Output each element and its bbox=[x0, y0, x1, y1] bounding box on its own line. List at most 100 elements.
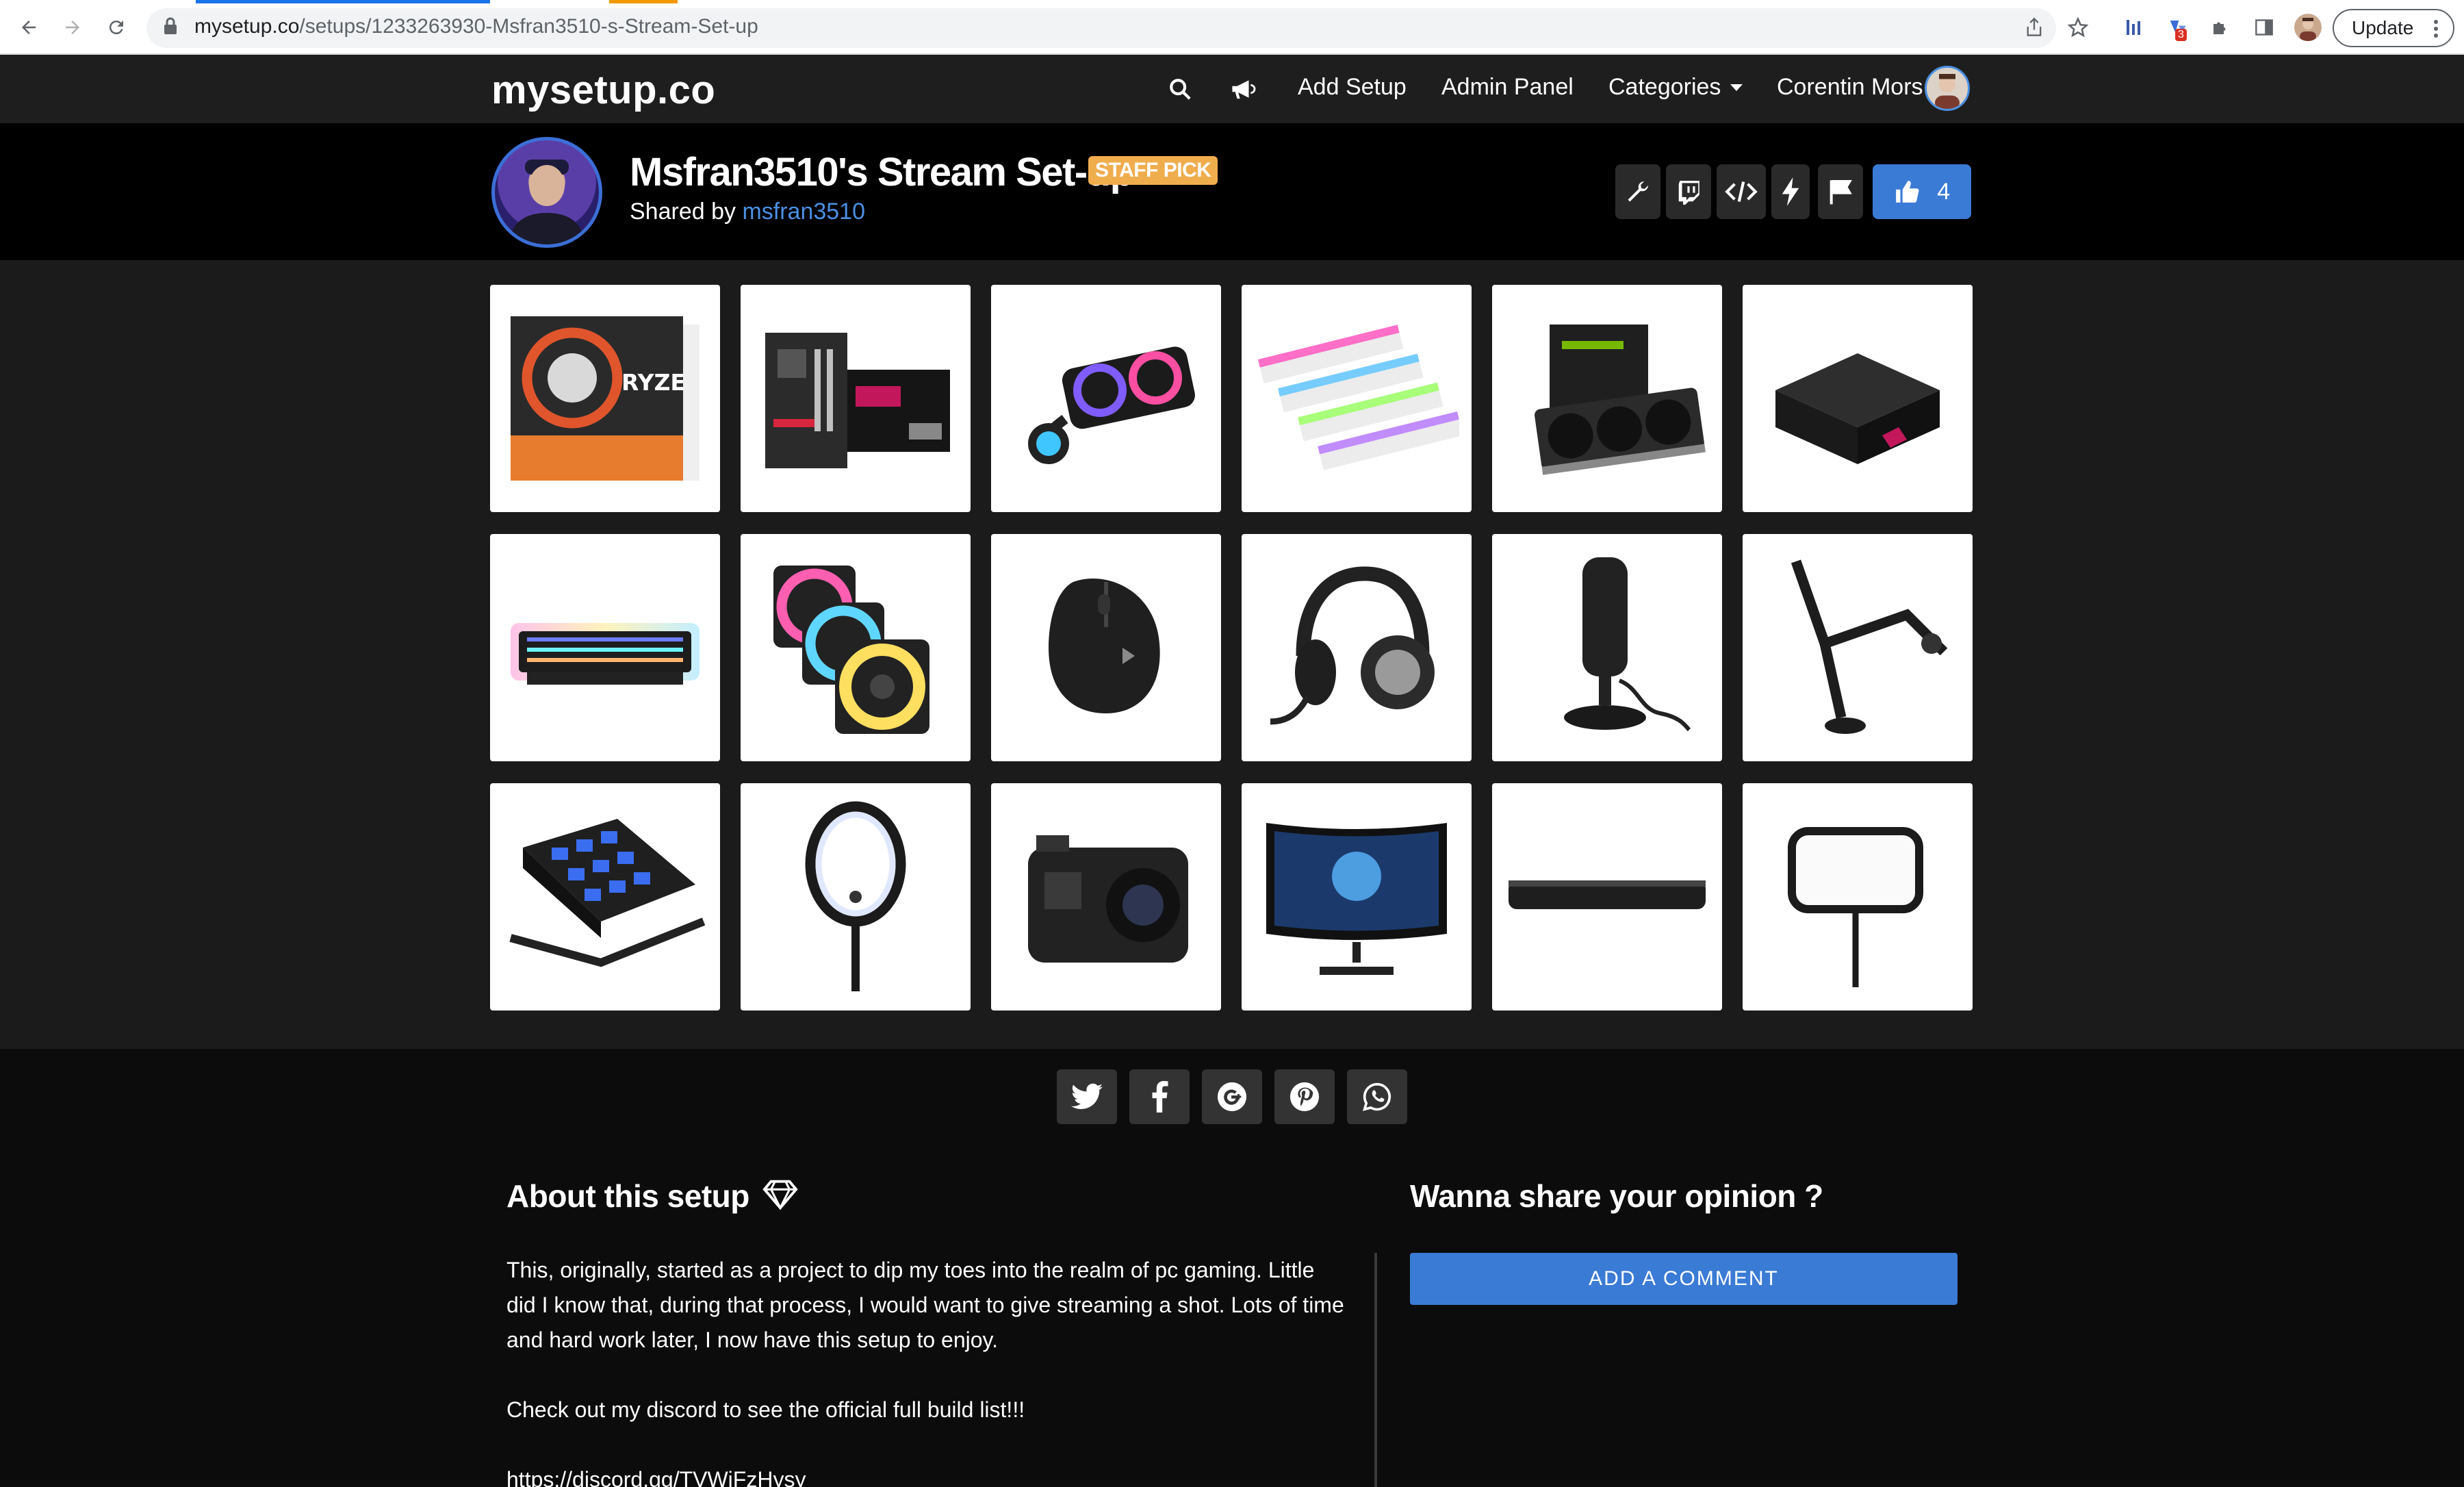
nav-categories-label: Categories bbox=[1608, 74, 1721, 100]
site-logo[interactable]: mysetup.co bbox=[491, 67, 715, 113]
diamond-icon bbox=[762, 1180, 798, 1210]
browser-toolbar: mysetup.co/setups/1233263930-Msfran3510-… bbox=[0, 0, 2464, 55]
setup-header: Msfran3510's Stream Set-up STAFF PICK Sh… bbox=[0, 123, 2464, 260]
forward-icon[interactable] bbox=[57, 12, 88, 42]
twitch-button[interactable] bbox=[1666, 164, 1711, 219]
loading-bar bbox=[196, 0, 490, 3]
edit-setup-button[interactable] bbox=[1615, 164, 1660, 219]
ring-light-icon bbox=[805, 801, 906, 991]
wrench-icon bbox=[1628, 181, 1649, 202]
microphone-icon bbox=[1564, 557, 1691, 732]
loading-bar-secondary bbox=[609, 0, 678, 3]
ram-icon bbox=[1257, 325, 1459, 470]
shared-by: Shared by msfran3510 bbox=[630, 199, 865, 225]
product-tile[interactable] bbox=[991, 285, 1221, 512]
reload-icon[interactable] bbox=[101, 12, 131, 42]
thumbs-up-icon bbox=[1895, 181, 1919, 203]
nav-categories[interactable]: Categories bbox=[1608, 74, 1743, 101]
product-tile[interactable] bbox=[490, 534, 720, 761]
add-comment-button[interactable]: ADD A COMMENT bbox=[1410, 1253, 1958, 1305]
stream-deck-icon bbox=[509, 819, 706, 967]
product-tile[interactable] bbox=[1242, 285, 1472, 512]
product-tile[interactable] bbox=[991, 534, 1221, 761]
product-tile[interactable]: RYZEN bbox=[490, 285, 720, 512]
author-link[interactable]: msfran3510 bbox=[742, 199, 865, 225]
browser-update-button[interactable]: Update bbox=[2333, 9, 2454, 47]
pinterest-icon bbox=[1289, 1082, 1320, 1112]
action-camera-icon bbox=[1028, 835, 1188, 963]
shared-by-prefix: Shared by bbox=[630, 199, 736, 225]
lock-icon[interactable] bbox=[163, 16, 178, 39]
twitch-icon bbox=[1678, 181, 1699, 205]
staff-pick-badge: STAFF PICK bbox=[1088, 156, 1218, 185]
product-tile[interactable] bbox=[1743, 783, 1973, 1011]
embed-button[interactable] bbox=[1717, 164, 1766, 219]
product-tile[interactable] bbox=[741, 783, 971, 1011]
product-tile[interactable] bbox=[741, 534, 971, 761]
product-tile[interactable] bbox=[991, 783, 1221, 1011]
product-tile[interactable] bbox=[1492, 285, 1722, 512]
keyboard-icon bbox=[511, 623, 700, 685]
share-pinterest-button[interactable] bbox=[1274, 1069, 1335, 1124]
share-twitter-button[interactable] bbox=[1057, 1069, 1117, 1124]
product-tile[interactable] bbox=[1743, 285, 1973, 512]
share-whatsapp-button[interactable] bbox=[1347, 1069, 1407, 1124]
column-divider bbox=[1374, 1253, 1377, 1487]
extensions-puzzle-icon[interactable] bbox=[2207, 14, 2234, 41]
update-label: Update bbox=[2352, 17, 2414, 38]
url-host: mysetup.co bbox=[194, 15, 300, 38]
product-tile[interactable] bbox=[490, 783, 720, 1011]
extension-badge: 3 bbox=[2175, 29, 2187, 41]
search-icon[interactable] bbox=[1165, 74, 1195, 104]
code-icon bbox=[1725, 181, 1758, 202]
key-light-icon bbox=[1788, 827, 1923, 987]
like-button[interactable]: 4 bbox=[1873, 164, 1971, 219]
google-plus-icon bbox=[1217, 1082, 1247, 1112]
product-tile[interactable] bbox=[1242, 534, 1472, 761]
product-tile[interactable] bbox=[1492, 534, 1722, 761]
flag-icon bbox=[1830, 180, 1852, 205]
setup-title: Msfran3510's Stream Set-up bbox=[630, 150, 1134, 194]
about-description: This, originally, started as a project t… bbox=[506, 1253, 1348, 1487]
cpu-box-icon: RYZEN bbox=[511, 316, 705, 481]
extension-bars-icon[interactable] bbox=[2120, 14, 2148, 41]
bookmark-star-icon[interactable] bbox=[2064, 14, 2092, 41]
like-count: 4 bbox=[1937, 178, 1951, 205]
about-paragraph: Check out my discord to see the official… bbox=[506, 1397, 1025, 1422]
product-tile[interactable] bbox=[1242, 783, 1472, 1011]
profile-avatar-icon[interactable] bbox=[2294, 14, 2322, 41]
soundbar-icon bbox=[1509, 880, 1706, 909]
product-tile[interactable] bbox=[741, 285, 971, 512]
headset-icon bbox=[1270, 566, 1435, 725]
owner-avatar[interactable] bbox=[491, 137, 602, 248]
share-page-icon[interactable] bbox=[2020, 14, 2048, 41]
cooler-icon bbox=[1028, 346, 1195, 464]
megaphone-icon[interactable] bbox=[1228, 74, 1258, 104]
nav-user-name[interactable]: Corentin Mors bbox=[1777, 74, 1923, 101]
about-title-text: About this setup bbox=[506, 1178, 749, 1214]
whatsapp-icon bbox=[1363, 1082, 1391, 1111]
motherboard-icon bbox=[765, 333, 950, 468]
url-path: /setups/1233263930-Msfran3510-s-Stream-S… bbox=[299, 15, 758, 38]
share-google-plus-button[interactable] bbox=[1202, 1069, 1262, 1124]
menu-dots-icon bbox=[2434, 20, 2438, 38]
product-tile[interactable] bbox=[1743, 534, 1973, 761]
about-paragraph: This, originally, started as a project t… bbox=[506, 1258, 1344, 1352]
caret-down-icon bbox=[1730, 84, 1743, 92]
nav-add-setup[interactable]: Add Setup bbox=[1298, 74, 1407, 101]
nav-admin-panel[interactable]: Admin Panel bbox=[1441, 74, 1574, 101]
back-icon[interactable] bbox=[14, 12, 44, 42]
gpu-icon bbox=[1535, 325, 1706, 475]
side-panel-icon[interactable] bbox=[2250, 14, 2278, 41]
url-text[interactable]: mysetup.co/setups/1233263930-Msfran3510-… bbox=[194, 15, 758, 38]
boom-arm-icon bbox=[1791, 559, 1948, 734]
report-button[interactable] bbox=[1818, 164, 1863, 219]
twitter-icon bbox=[1071, 1083, 1103, 1110]
discord-link[interactable]: https://discord.gg/TVWjFzHysy bbox=[506, 1462, 1348, 1487]
boost-button[interactable] bbox=[1771, 164, 1810, 219]
facebook-icon bbox=[1152, 1081, 1168, 1113]
user-avatar[interactable] bbox=[1925, 66, 1970, 111]
product-tile[interactable] bbox=[1492, 783, 1722, 1011]
share-facebook-button[interactable] bbox=[1129, 1069, 1190, 1124]
about-title: About this setup bbox=[506, 1178, 799, 1215]
